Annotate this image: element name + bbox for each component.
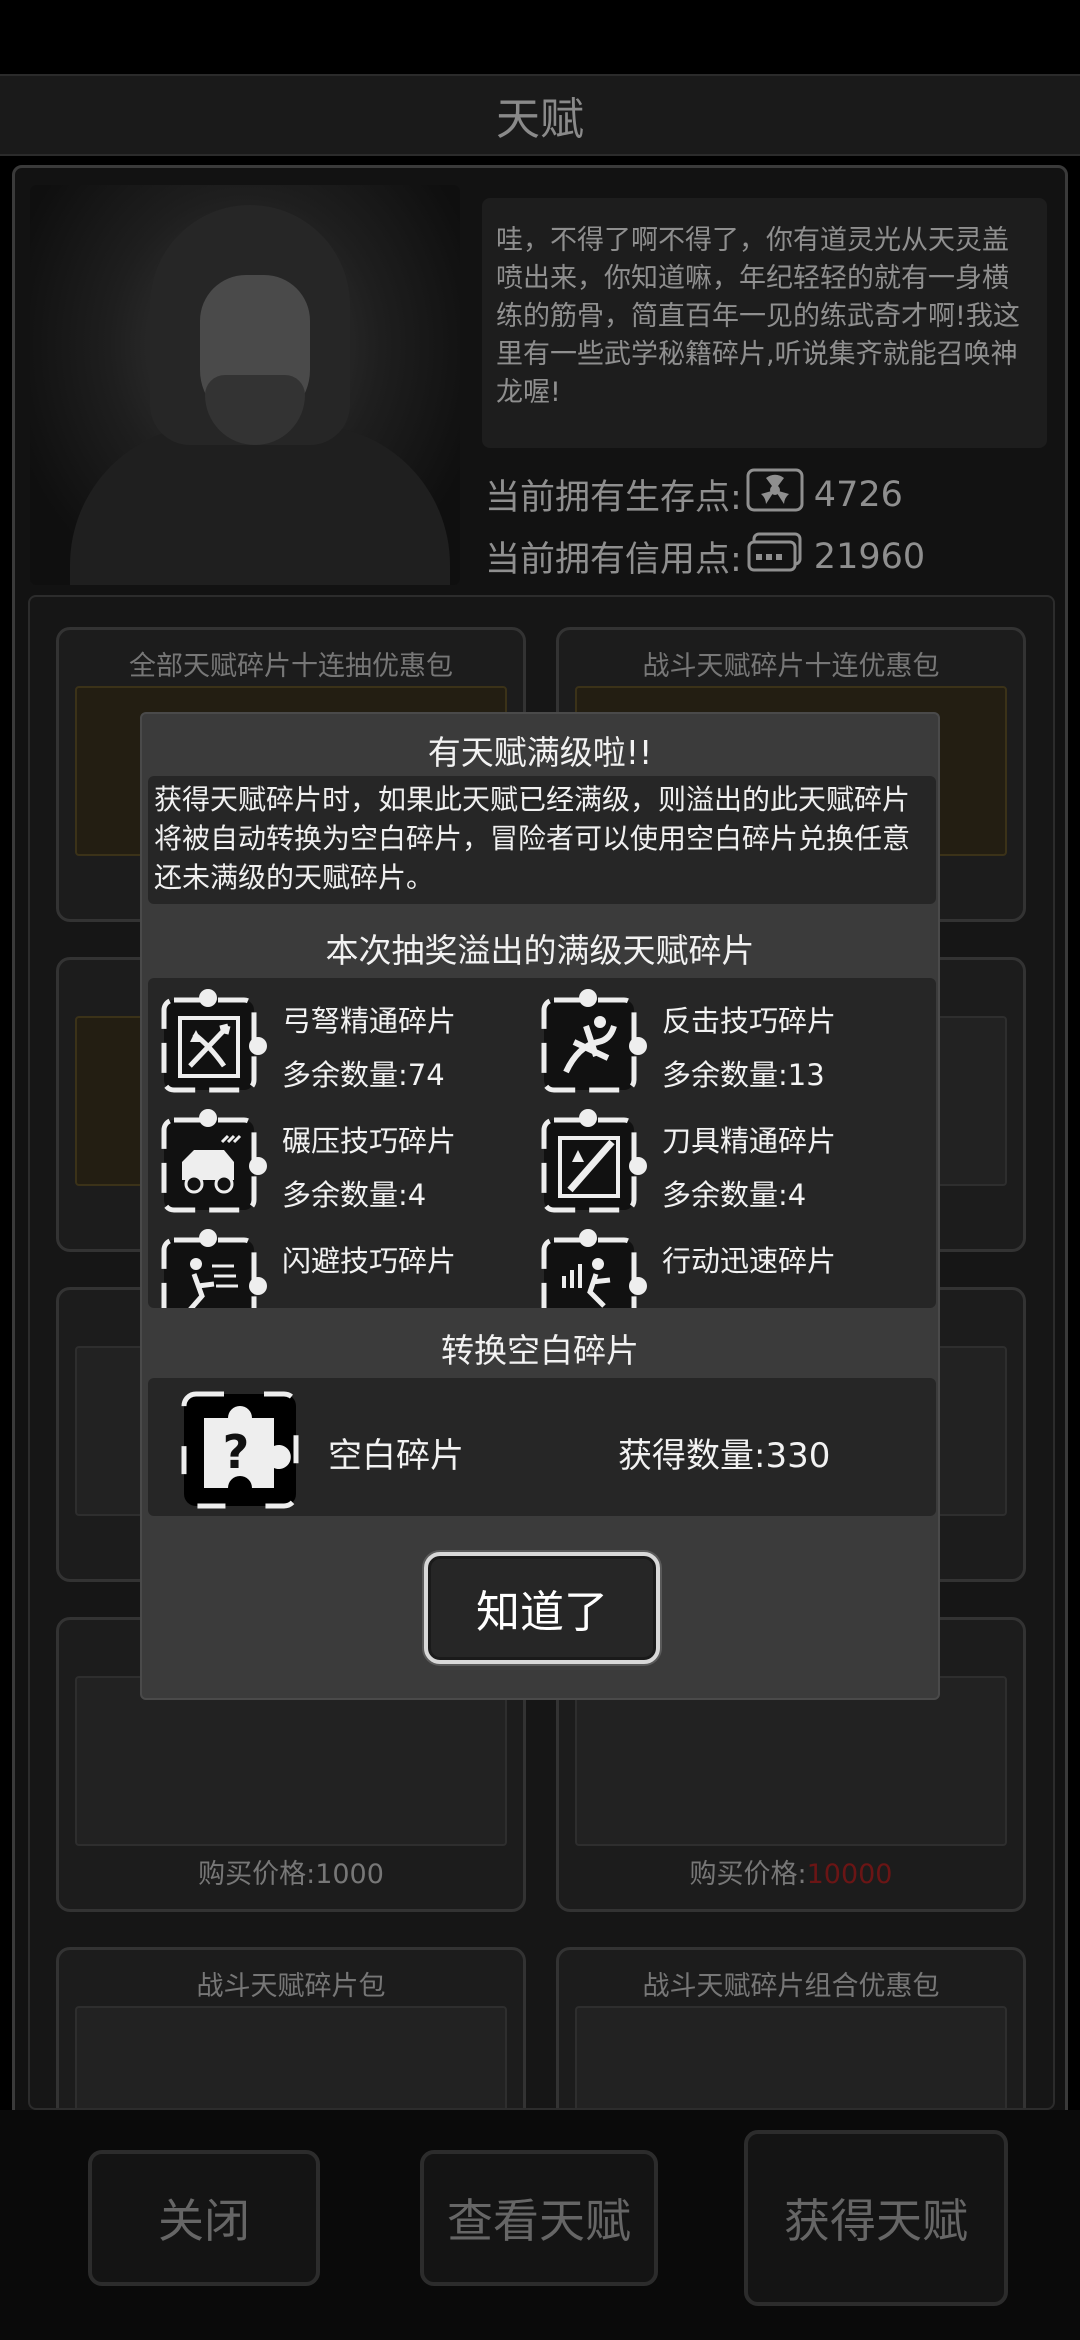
fragment-item: 反击技巧碎片 多余数量:13 bbox=[528, 978, 908, 1093]
fragment-name: 反击技巧碎片 bbox=[662, 1004, 837, 1038]
fragment-count: 多余数量:74 bbox=[282, 1058, 445, 1092]
dodge-icon bbox=[158, 1226, 270, 1308]
blank-fragment-box: ? 空白碎片 获得数量:330 bbox=[148, 1378, 936, 1516]
credit-card-icon bbox=[746, 530, 804, 583]
page-title: 天赋 bbox=[496, 94, 584, 145]
price-label: 购买价格: bbox=[689, 1859, 807, 1890]
survival-points-value: 4726 bbox=[813, 474, 903, 515]
card-price: 购买价格:1000 bbox=[59, 1852, 523, 1891]
fragment-item: 弓弩精通碎片 多余数量:74 bbox=[148, 978, 528, 1093]
obtain-talents-button[interactable]: 获得天赋 bbox=[744, 2130, 1008, 2306]
shop-card[interactable]: 战斗天赋碎片包 bbox=[56, 1947, 526, 2108]
fragment-count: 多余数量:4 bbox=[282, 1178, 427, 1212]
fragment-count: 多余数量:4 bbox=[662, 1178, 807, 1212]
overflow-title: 本次抽奖溢出的满级天赋碎片 bbox=[325, 931, 755, 970]
convert-title: 转换空白碎片 bbox=[441, 1331, 639, 1370]
npc-portrait bbox=[30, 185, 460, 585]
question-puzzle-icon: ? bbox=[178, 1388, 302, 1512]
svg-text:?: ? bbox=[223, 1425, 250, 1479]
crate-image bbox=[575, 1676, 1007, 1846]
npc-speech-box: 哇，不得了啊不得了，你有道灵光从天灵盖喷出来，你知道嘛，年纪轻轻的就有一身横练的… bbox=[482, 198, 1047, 448]
crate-image bbox=[75, 2006, 507, 2108]
page-title-bar: 天赋 bbox=[0, 74, 1080, 156]
fragment-count: 多余数量:13 bbox=[662, 1058, 825, 1092]
card-name: 战斗天赋碎片包 bbox=[196, 1971, 386, 2002]
card-price: 购买价格:10000 bbox=[559, 1852, 1023, 1891]
fragment-name: 刀具精通碎片 bbox=[662, 1124, 837, 1158]
fragment-item: 闪避技巧碎片 bbox=[148, 1218, 528, 1308]
dialog-description: 获得天赋碎片时，如果此天赋已经满级，则溢出的此天赋碎片将被自动转换为空白碎片，冒… bbox=[154, 783, 911, 894]
overflow-fragment-list[interactable]: 弓弩精通碎片 多余数量:74 反击技巧碎片 多余数量:13 碾压技巧碎片 多余数… bbox=[148, 978, 936, 1308]
fragment-item: 刀具精通碎片 多余数量:4 bbox=[528, 1098, 908, 1213]
blank-fragment-count: 获得数量:330 bbox=[618, 1436, 831, 1476]
speed-icon bbox=[538, 1226, 650, 1308]
card-name: 全部天赋碎片十连抽优惠包 bbox=[129, 651, 453, 682]
crush-icon bbox=[158, 1106, 270, 1218]
dialog-description-box: 获得天赋碎片时，如果此天赋已经满级，则溢出的此天赋碎片将被自动转换为空白碎片，冒… bbox=[148, 776, 936, 904]
dialog-title: 有天赋满级啦!! bbox=[427, 733, 653, 772]
crate-image bbox=[575, 2006, 1007, 2108]
card-name: 战斗天赋碎片组合优惠包 bbox=[642, 1971, 940, 2002]
npc-speech-text: 哇，不得了啊不得了，你有道灵光从天灵盖喷出来，你知道嘛，年纪轻轻的就有一身横练的… bbox=[496, 225, 1020, 408]
shop-card[interactable]: 战斗天赋碎片组合优惠包 bbox=[556, 1947, 1026, 2108]
full-level-dialog: 有天赋满级啦!! 获得天赋碎片时，如果此天赋已经满级，则溢出的此天赋碎片将被自动… bbox=[140, 712, 940, 1700]
view-talents-button[interactable]: 查看天赋 bbox=[420, 2150, 658, 2286]
survival-points-label: 当前拥有生存点: bbox=[485, 478, 742, 518]
survival-points: 当前拥有生存点: 4726 bbox=[485, 468, 903, 521]
crate-image bbox=[75, 1676, 507, 1846]
close-button[interactable]: 关闭 bbox=[88, 2150, 320, 2286]
ok-button[interactable]: 知道了 bbox=[424, 1552, 660, 1664]
fragment-item: 碾压技巧碎片 多余数量:4 bbox=[148, 1098, 528, 1213]
fragment-name: 闪避技巧碎片 bbox=[282, 1244, 457, 1278]
blank-fragment-name: 空白碎片 bbox=[328, 1436, 464, 1476]
credit-points: 当前拥有信用点: 21960 bbox=[485, 530, 925, 583]
crossbow-icon bbox=[158, 986, 270, 1098]
card-name: 战斗天赋碎片十连优惠包 bbox=[642, 651, 940, 682]
bottom-bar: 关闭 查看天赋 获得天赋 bbox=[0, 2110, 1080, 2340]
fragment-name: 行动迅速碎片 bbox=[662, 1244, 837, 1278]
counter-icon bbox=[538, 986, 650, 1098]
credit-points-label: 当前拥有信用点: bbox=[485, 540, 742, 580]
fragment-name: 碾压技巧碎片 bbox=[282, 1124, 457, 1158]
credit-points-value: 21960 bbox=[813, 536, 926, 577]
fragment-name: 弓弩精通碎片 bbox=[282, 1004, 457, 1038]
blade-icon bbox=[538, 1106, 650, 1218]
price-value: 10000 bbox=[806, 1859, 893, 1890]
fragment-item: 行动迅速碎片 bbox=[528, 1218, 908, 1308]
radiation-icon bbox=[746, 468, 804, 521]
price-value: 1000 bbox=[315, 1859, 384, 1890]
price-label: 购买价格: bbox=[198, 1859, 316, 1890]
